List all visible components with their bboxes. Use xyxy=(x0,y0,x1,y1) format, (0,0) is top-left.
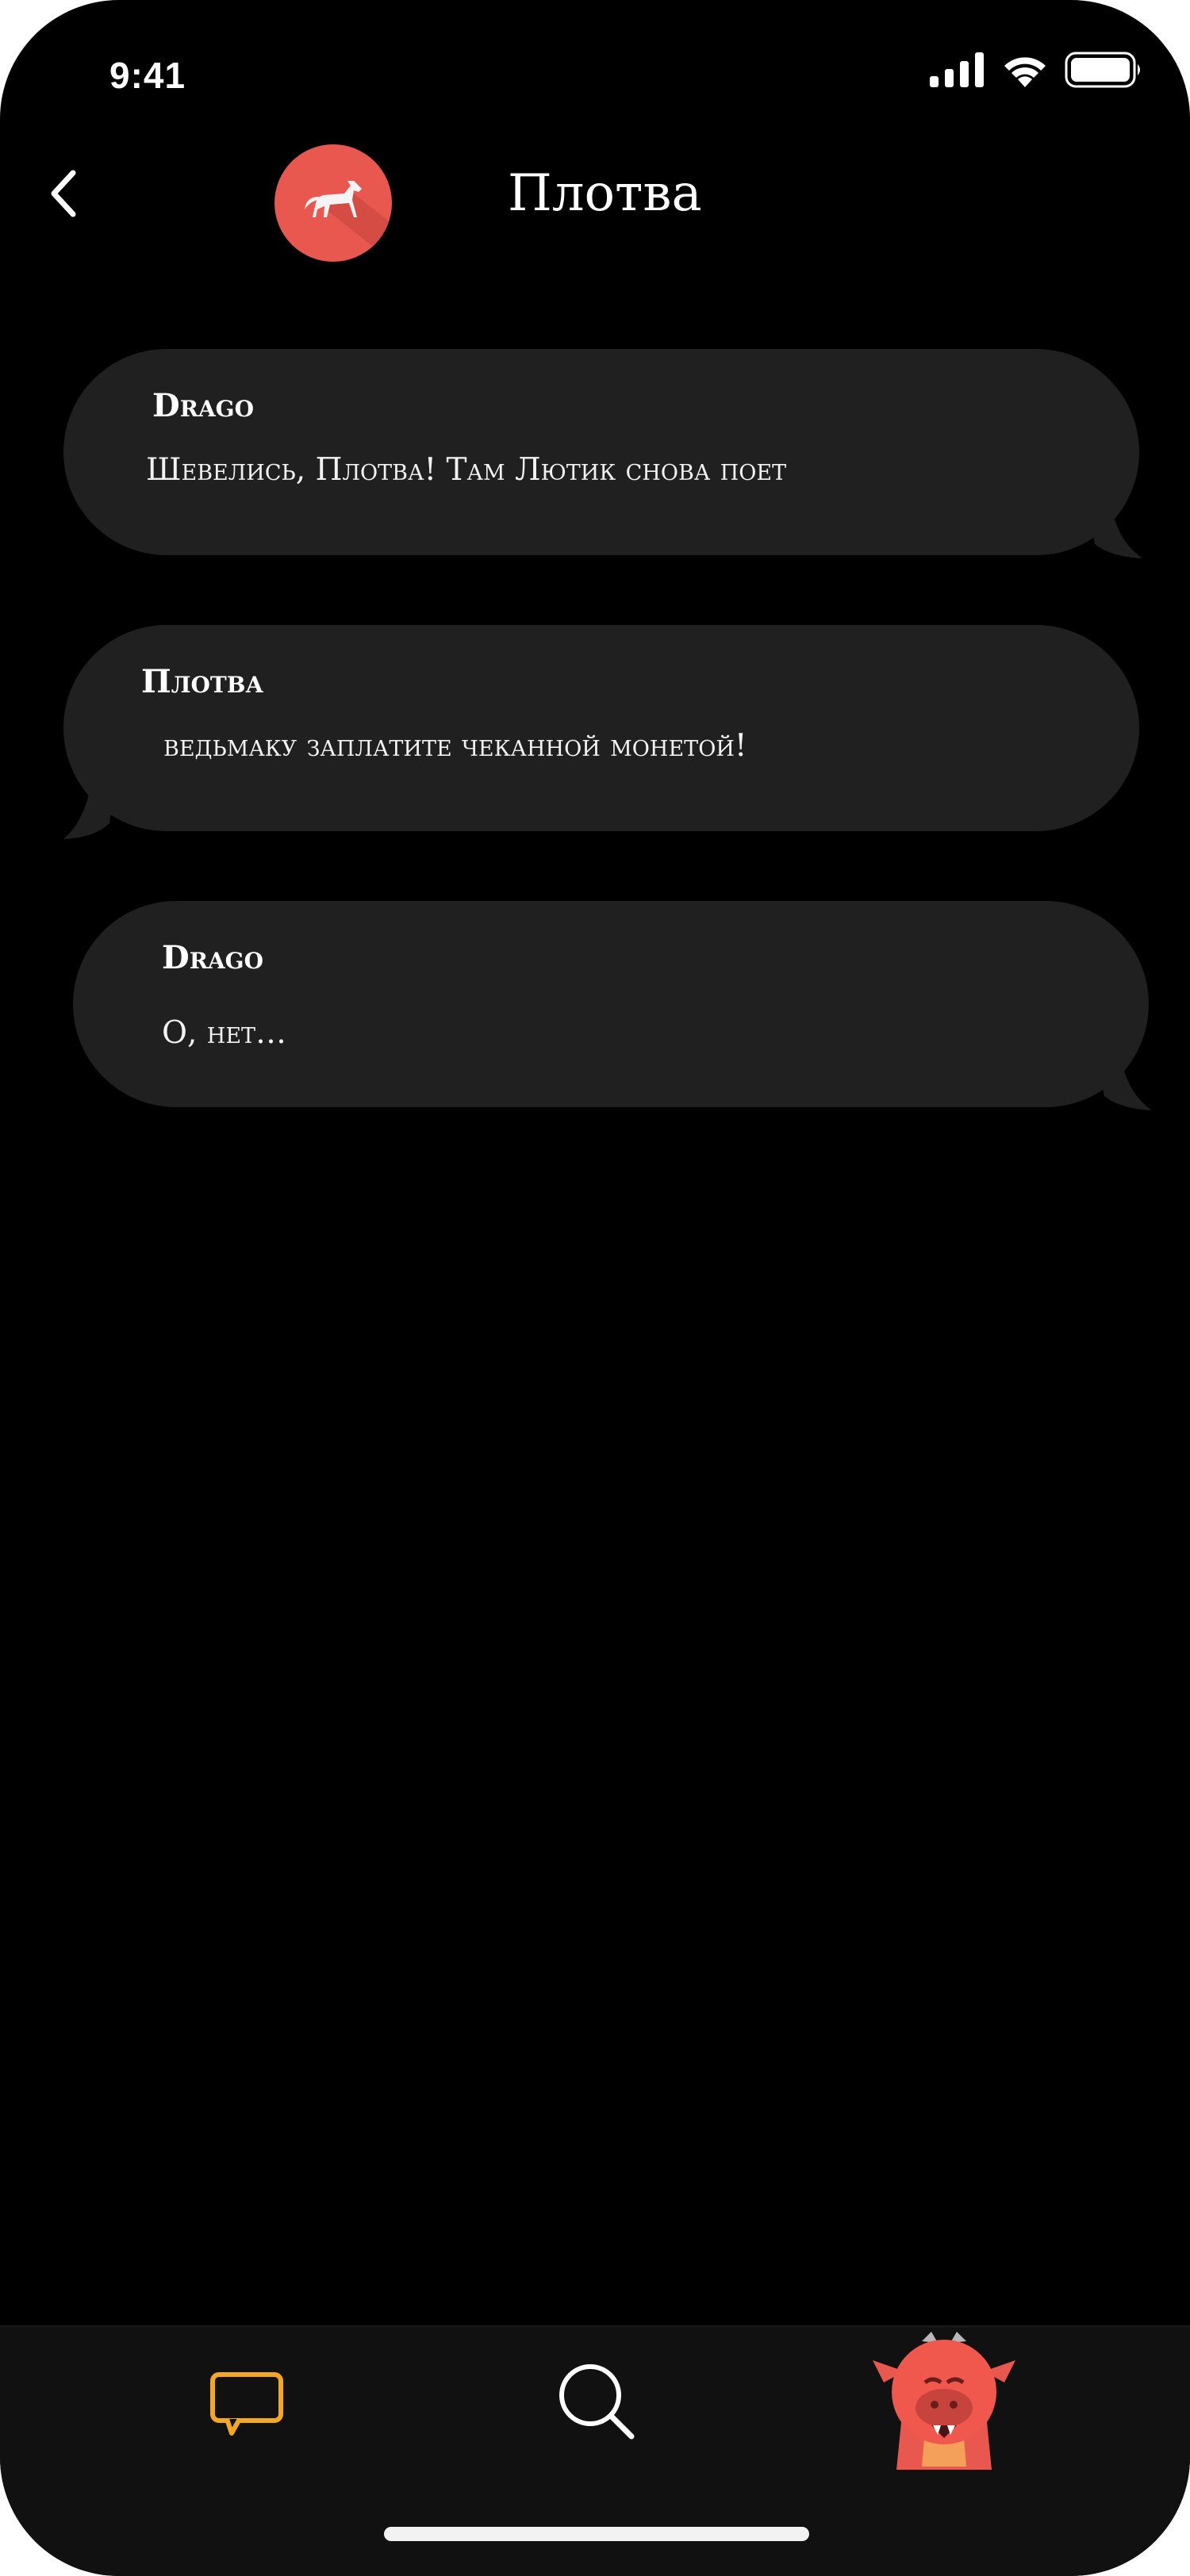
home-indicator[interactable] xyxy=(384,2527,809,2541)
contact-avatar[interactable] xyxy=(274,144,392,262)
bubble-tail xyxy=(63,776,116,839)
back-button[interactable] xyxy=(41,162,89,225)
message-sender: Drago xyxy=(162,939,263,976)
dragon-avatar-icon xyxy=(873,2332,1015,2470)
search-icon xyxy=(559,2364,635,2440)
message-text: ведьмаку заплатите чеканной монетой! xyxy=(163,728,747,764)
status-time: 9:41 xyxy=(109,55,186,96)
bubble-tail xyxy=(1096,1052,1152,1110)
chat-bubble-icon xyxy=(210,2372,283,2436)
status-icons xyxy=(930,51,1142,89)
tab-profile[interactable] xyxy=(865,2327,1023,2470)
chevron-left-icon xyxy=(51,170,76,217)
bubble-background xyxy=(73,901,1149,1107)
horse-avatar-icon xyxy=(305,181,392,262)
battery-icon xyxy=(1065,52,1140,88)
tab-search[interactable] xyxy=(554,2359,641,2446)
message-sender: Плотва xyxy=(141,663,264,700)
message-text: О, нет… xyxy=(162,1015,287,1051)
bubble-tail xyxy=(1087,500,1142,558)
tab-chats[interactable] xyxy=(208,2363,287,2443)
chat-title: Плотва xyxy=(508,164,702,223)
message-text: Шевелись, Плотва! Там Лютик снова поет xyxy=(146,452,787,488)
signal-icon xyxy=(930,52,984,87)
phone-screen: 9:41 Плотва Drago Шевелись, Плотва! Там … xyxy=(0,0,1190,2576)
wifi-icon xyxy=(1004,57,1046,87)
message-sender: Drago xyxy=(152,387,254,424)
